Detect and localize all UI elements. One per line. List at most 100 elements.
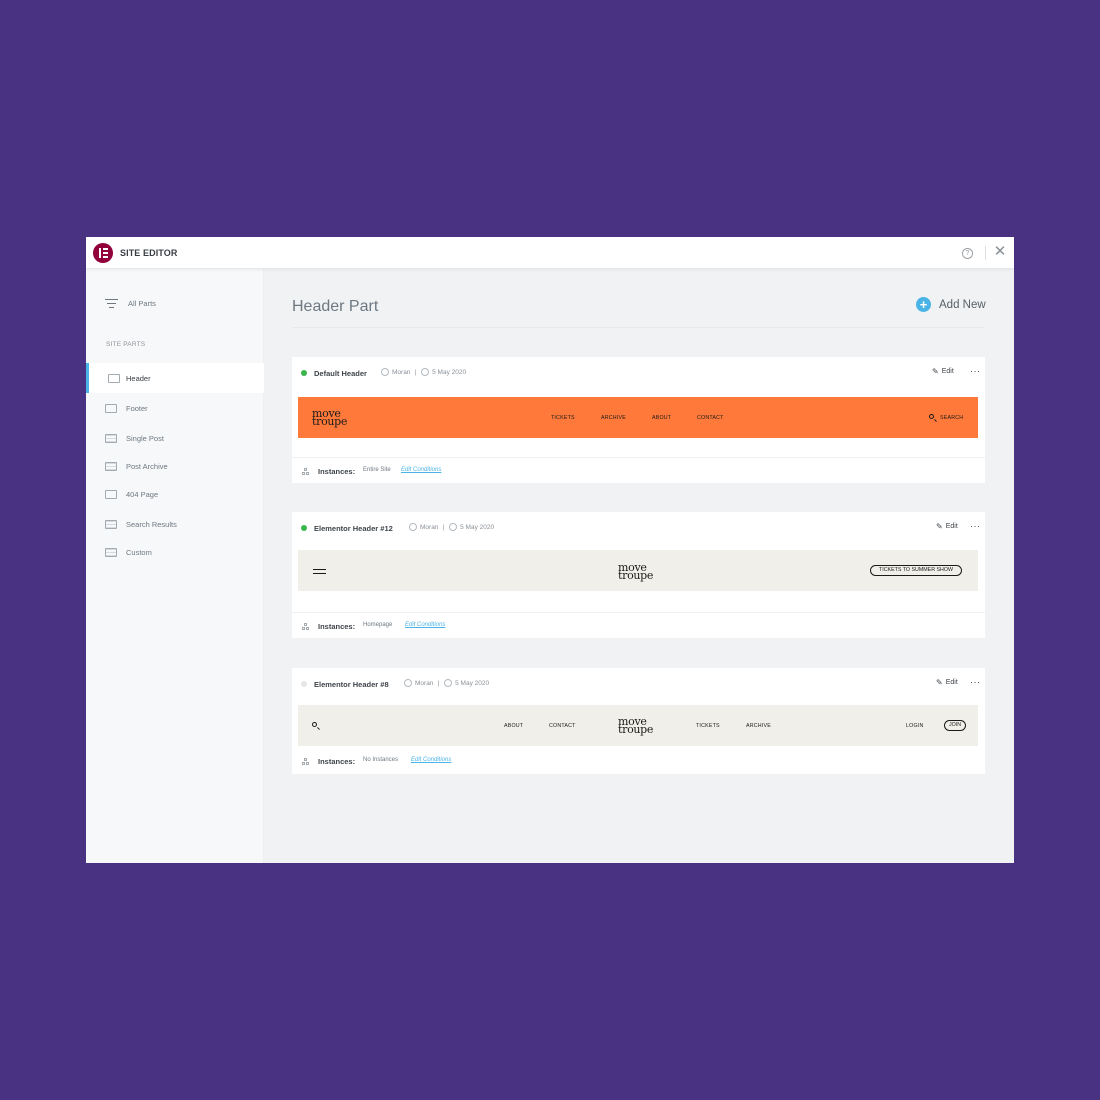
sidebar-item-404-page[interactable]: 404 Page	[86, 479, 264, 509]
edit-conditions-link[interactable]: Edit Conditions	[401, 467, 441, 473]
single-post-icon	[105, 433, 117, 443]
all-parts-label: All Parts	[128, 298, 156, 308]
nav-item: ARCHIVE	[601, 415, 626, 421]
instances-label: Instances:	[318, 622, 356, 631]
card-footer: Instances: Homepage Edit Conditions	[292, 612, 985, 638]
clock-icon	[449, 523, 458, 531]
clock-icon	[444, 679, 453, 687]
sidebar-item-label: Footer	[126, 403, 148, 413]
nav-item: ABOUT	[504, 723, 524, 729]
edit-label: Edit	[941, 368, 954, 375]
sidebar-item-post-archive[interactable]: Post Archive	[86, 451, 264, 481]
instances-value: Entire Site	[363, 467, 391, 473]
header-card: Elementor Header #8 Moran | 5 May 2020 ✎…	[292, 668, 985, 774]
user-icon	[409, 523, 417, 531]
instances-label: Instances:	[318, 757, 356, 766]
pencil-icon: ✎	[936, 522, 943, 531]
card-title: Elementor Header #12	[314, 524, 393, 533]
status-dot	[301, 370, 307, 376]
sidebar-item-header[interactable]: Header	[86, 363, 264, 393]
nav-item: CONTACT	[549, 723, 576, 729]
sidebar-item-label: Header	[126, 373, 151, 383]
date: 5 May 2020	[455, 679, 490, 687]
hamburger-menu-icon	[313, 569, 326, 574]
pencil-icon: ✎	[936, 678, 943, 687]
sidebar-item-label: Search Results	[126, 519, 177, 529]
card-meta: Moran | 5 May 2020	[381, 368, 466, 376]
app-title: SITE EDITOR	[120, 248, 178, 258]
sidebar-item-footer[interactable]: Footer	[86, 393, 264, 423]
pencil-icon: ✎	[932, 367, 939, 376]
plus-icon: +	[916, 297, 931, 312]
card-header: Default Header Moran | 5 May 2020 ✎ Edit…	[292, 357, 985, 389]
sitemap-icon	[302, 468, 310, 475]
edit-conditions-link[interactable]: Edit Conditions	[405, 622, 445, 628]
divider	[292, 327, 985, 328]
edit-button[interactable]: ✎ Edit	[936, 678, 958, 687]
sidebar-item-label: Custom	[126, 547, 152, 557]
instances-value: Homepage	[363, 622, 393, 628]
close-icon[interactable]: ✕	[992, 244, 1008, 260]
title-bar-divider	[985, 246, 986, 260]
clock-icon	[421, 368, 430, 376]
header-card: Default Header Moran | 5 May 2020 ✎ Edit…	[292, 357, 985, 483]
join-pill: JOIN	[944, 720, 966, 731]
edit-conditions-link[interactable]: Edit Conditions	[411, 757, 451, 763]
user-icon	[404, 679, 412, 687]
more-options-icon[interactable]: ···	[970, 521, 981, 531]
card-header: Elementor Header #8 Moran | 5 May 2020 ✎…	[292, 668, 985, 700]
search-icon	[312, 722, 317, 727]
more-options-icon[interactable]: ···	[970, 366, 981, 376]
all-parts-button[interactable]: All Parts	[105, 297, 156, 309]
edit-button[interactable]: ✎ Edit	[936, 522, 958, 531]
sidebar: All Parts SITE PARTS Header Footer Singl…	[86, 269, 264, 863]
nav-item: TICKETS	[551, 415, 575, 421]
sitemap-icon	[302, 758, 310, 765]
card-meta: Moran | 5 May 2020	[409, 523, 494, 531]
author: Moran	[420, 523, 439, 531]
card-title: Default Header	[314, 369, 367, 378]
brand-logo: move troupe	[618, 561, 654, 582]
elementor-logo-icon	[93, 243, 113, 263]
header-preview[interactable]: move troupe TICKETS TO SUMMER SHOW	[298, 550, 978, 591]
author: Moran	[392, 368, 411, 376]
main-content: Header Part + Add New Default Header Mor…	[264, 269, 1014, 863]
add-new-button[interactable]: + Add New	[916, 297, 986, 312]
card-footer: Instances: Entire Site Edit Conditions	[292, 457, 985, 483]
sidebar-item-label: 404 Page	[126, 489, 159, 499]
header-card: Elementor Header #12 Moran | 5 May 2020 …	[292, 512, 985, 638]
search-label: SEARCH	[940, 415, 964, 421]
header-icon	[108, 373, 120, 383]
custom-icon	[105, 547, 117, 557]
sitemap-icon	[302, 623, 310, 630]
edit-button[interactable]: ✎ Edit	[932, 367, 954, 376]
nav-item: CONTACT	[697, 415, 724, 421]
header-preview[interactable]: move troupe TICKETS ARCHIVE ABOUT CONTACT…	[298, 397, 978, 438]
post-archive-icon	[105, 461, 117, 471]
card-title: Elementor Header #8	[314, 680, 389, 689]
brand-logo: move troupe	[312, 407, 348, 428]
site-parts-heading: SITE PARTS	[106, 341, 146, 348]
sidebar-item-label: Single Post	[126, 433, 164, 443]
sidebar-item-single-post[interactable]: Single Post	[86, 423, 264, 453]
user-icon	[381, 368, 389, 376]
card-header: Elementor Header #12 Moran | 5 May 2020 …	[292, 512, 985, 544]
cta-pill: TICKETS TO SUMMER SHOW	[870, 565, 962, 576]
add-new-label: Add New	[939, 298, 986, 311]
status-dot	[301, 681, 307, 687]
more-options-icon[interactable]: ···	[970, 677, 981, 687]
help-icon[interactable]: ?	[962, 248, 973, 259]
filter-icon	[105, 298, 118, 308]
login-link: LOGIN	[906, 723, 924, 729]
date: 5 May 2020	[460, 523, 495, 531]
title-bar: SITE EDITOR ? ✕	[86, 237, 1014, 269]
404-page-icon	[105, 489, 117, 499]
sidebar-item-custom[interactable]: Custom	[86, 537, 264, 567]
author: Moran	[415, 679, 434, 687]
header-preview[interactable]: ABOUT CONTACT move troupe TICKETS ARCHIVE…	[298, 705, 978, 746]
sidebar-item-search-results[interactable]: Search Results	[86, 509, 264, 539]
instances-label: Instances:	[318, 467, 356, 476]
card-footer: Instances: No Instances Edit Conditions	[292, 748, 985, 774]
nav-item: ABOUT	[652, 415, 672, 421]
footer-icon	[105, 403, 117, 413]
